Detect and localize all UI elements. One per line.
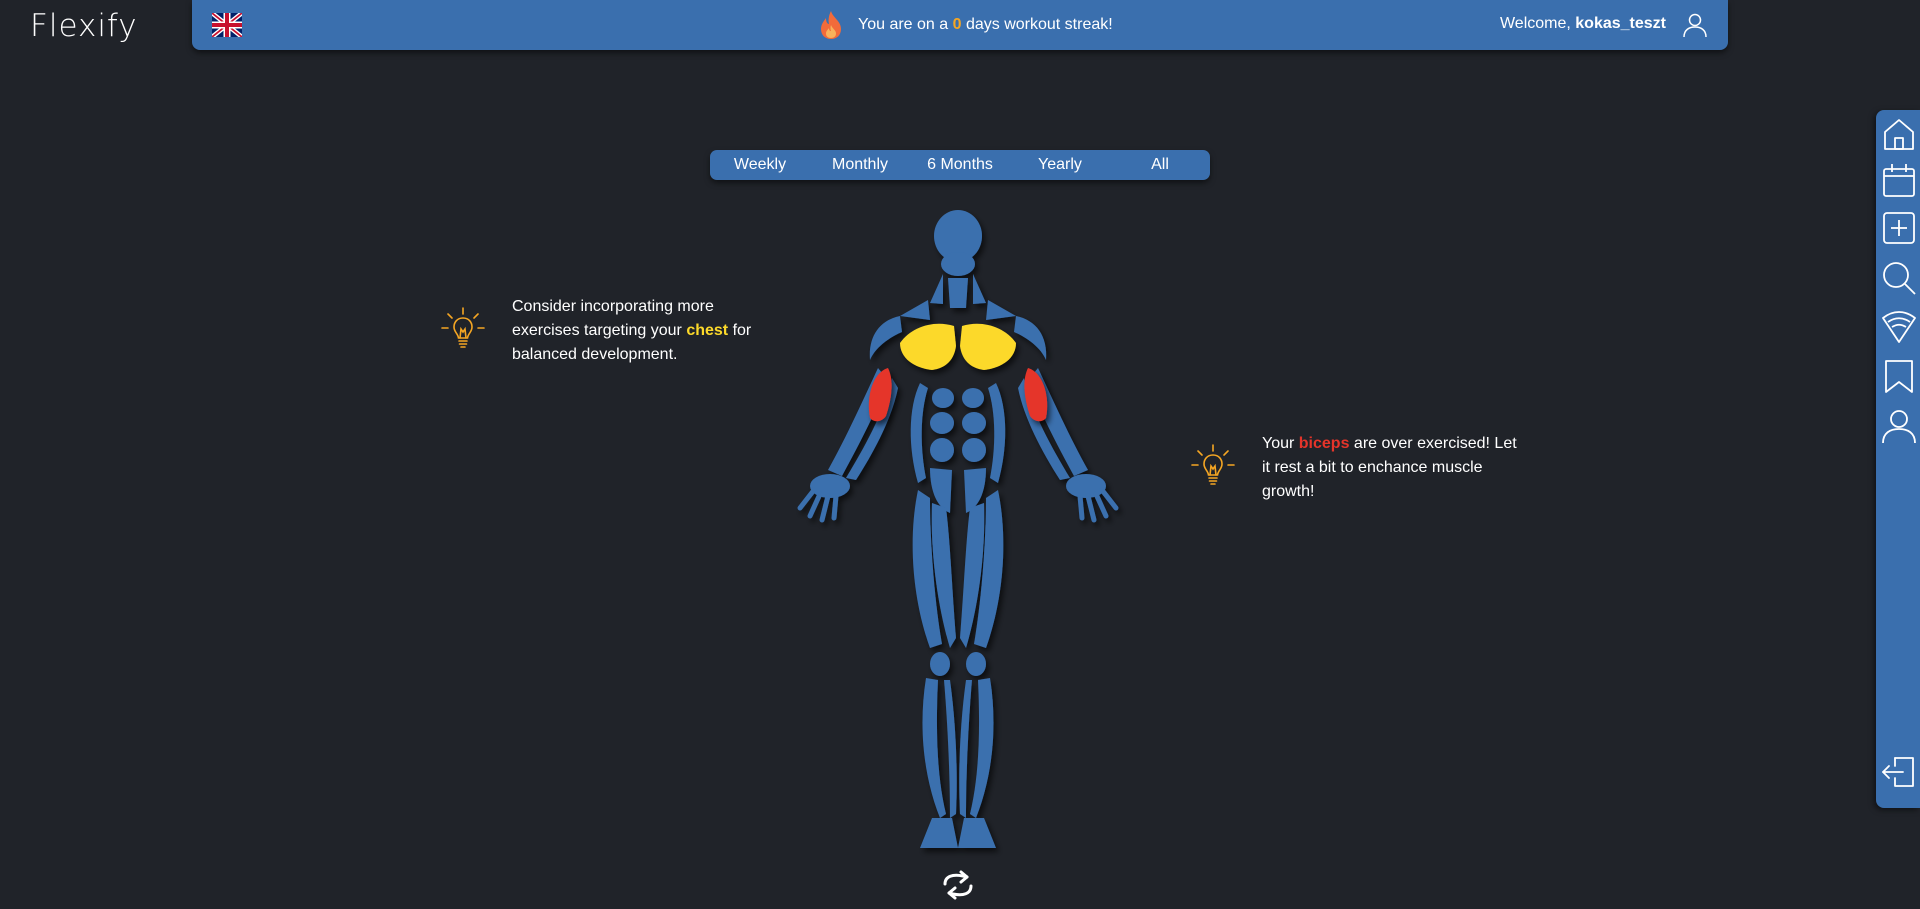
lightbulb-icon xyxy=(1191,444,1235,485)
search-icon[interactable] xyxy=(1881,260,1917,296)
shoulder-muscles xyxy=(869,316,1047,360)
tip-biceps-pre: Your xyxy=(1262,435,1295,452)
calf-muscles xyxy=(922,678,994,818)
flame-icon xyxy=(821,11,841,39)
hands xyxy=(797,474,1119,523)
add-icon[interactable] xyxy=(1881,210,1917,246)
tip-biceps-text: Your biceps are over exercised! Let it r… xyxy=(1262,432,1528,504)
feed-icon[interactable] xyxy=(1881,308,1917,344)
abdominal-muscles xyxy=(930,388,986,513)
top-bar: You are on a 0 days workout streak! Welc… xyxy=(192,0,1728,50)
period-tab-monthly[interactable]: Monthly xyxy=(810,150,910,180)
head xyxy=(934,210,982,276)
right-sidebar xyxy=(1876,110,1920,808)
tip-biceps-muscle: biceps xyxy=(1298,435,1350,452)
streak-prefix: You are on a xyxy=(858,16,949,33)
uk-flag-icon[interactable] xyxy=(212,13,242,37)
streak-count: 0 xyxy=(952,16,962,33)
profile-icon[interactable] xyxy=(1881,408,1917,444)
tip-chest-pre: Consider incorporating more exercises ta… xyxy=(512,298,714,339)
tip-biceps: Your biceps are over exercised! Let it r… xyxy=(1188,432,1528,512)
home-icon[interactable] xyxy=(1881,116,1917,152)
welcome-message: Welcome, kokas_teszt xyxy=(1500,15,1666,33)
knees xyxy=(930,652,986,676)
period-tab-weekly[interactable]: Weekly xyxy=(710,150,810,180)
period-tab-all[interactable]: All xyxy=(1110,150,1210,180)
streak-suffix: days workout streak! xyxy=(965,16,1113,33)
streak-indicator: You are on a 0 days workout streak! xyxy=(818,9,1113,41)
welcome-label: Welcome, xyxy=(1499,15,1571,32)
muscle-map xyxy=(797,210,1119,848)
app-logo[interactable]: Flexify xyxy=(30,8,138,44)
logout-icon[interactable] xyxy=(1881,754,1917,790)
user-icon[interactable] xyxy=(1682,12,1708,38)
period-tab-yearly[interactable]: Yearly xyxy=(1010,150,1110,180)
calendar-icon[interactable] xyxy=(1881,162,1917,198)
feet xyxy=(920,818,996,848)
tip-chest: Consider incorporating more exercises ta… xyxy=(438,295,778,375)
tip-chest-text: Consider incorporating more exercises ta… xyxy=(512,295,778,367)
period-selector: Weekly Monthly 6 Months Yearly All xyxy=(710,150,1210,180)
swap-view-icon[interactable] xyxy=(937,870,979,900)
tip-chest-muscle: chest xyxy=(686,322,729,339)
lightbulb-icon xyxy=(441,307,485,348)
chest-muscles[interactable] xyxy=(900,323,1016,370)
oblique-muscles xyxy=(910,383,1006,483)
bookmark-icon[interactable] xyxy=(1881,358,1917,394)
thigh-muscles xyxy=(912,490,1004,648)
period-tab-6-months[interactable]: 6 Months xyxy=(910,150,1010,180)
username: kokas_teszt xyxy=(1575,15,1666,32)
forearm-muscles xyxy=(828,368,1088,480)
neck-muscles xyxy=(900,274,1016,320)
